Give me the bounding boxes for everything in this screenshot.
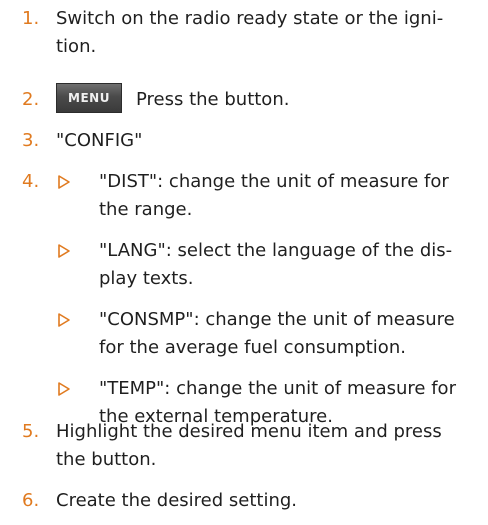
triangle-outline-right-icon: [58, 313, 70, 327]
sub-item-text-line: "LANG": select the language of the dis-: [99, 240, 453, 261]
step-number: 5.: [22, 421, 40, 442]
step-number: 1.: [22, 8, 40, 29]
sub-item-text-line: "DIST": change the unit of measure for: [99, 171, 449, 192]
step-number: 6.: [22, 490, 40, 511]
triangle-outline-right-icon: [58, 244, 70, 258]
sub-item-text-line: for the average fuel consumption.: [99, 337, 406, 358]
sub-item-text-line: the range.: [99, 199, 193, 220]
step-text-line: tion.: [56, 36, 97, 57]
step-text-line: Create the desired setting.: [56, 490, 298, 511]
sub-item-text-line: "TEMP": change the unit of measure for: [99, 378, 456, 399]
menu-button-icon: MENU: [56, 83, 122, 113]
sub-item-text-line: "CONSMP": change the unit of measure: [99, 309, 455, 330]
triangle-outline-right-icon: [58, 382, 70, 396]
step-text-line: Highlight the desired menu item and pres…: [56, 421, 442, 442]
step-number: 4.: [22, 171, 40, 192]
step-text-line: Switch on the radio ready state or the i…: [56, 8, 444, 29]
sub-item-text-line: play texts.: [99, 268, 194, 289]
step-text-line: the button.: [56, 449, 157, 470]
step-number: 2.: [22, 89, 40, 110]
step-text-line: "CONFIG": [56, 130, 143, 151]
step-number: 3.: [22, 130, 40, 151]
triangle-outline-right-icon: [58, 175, 70, 189]
step-text-line: Press the button.: [136, 89, 290, 110]
